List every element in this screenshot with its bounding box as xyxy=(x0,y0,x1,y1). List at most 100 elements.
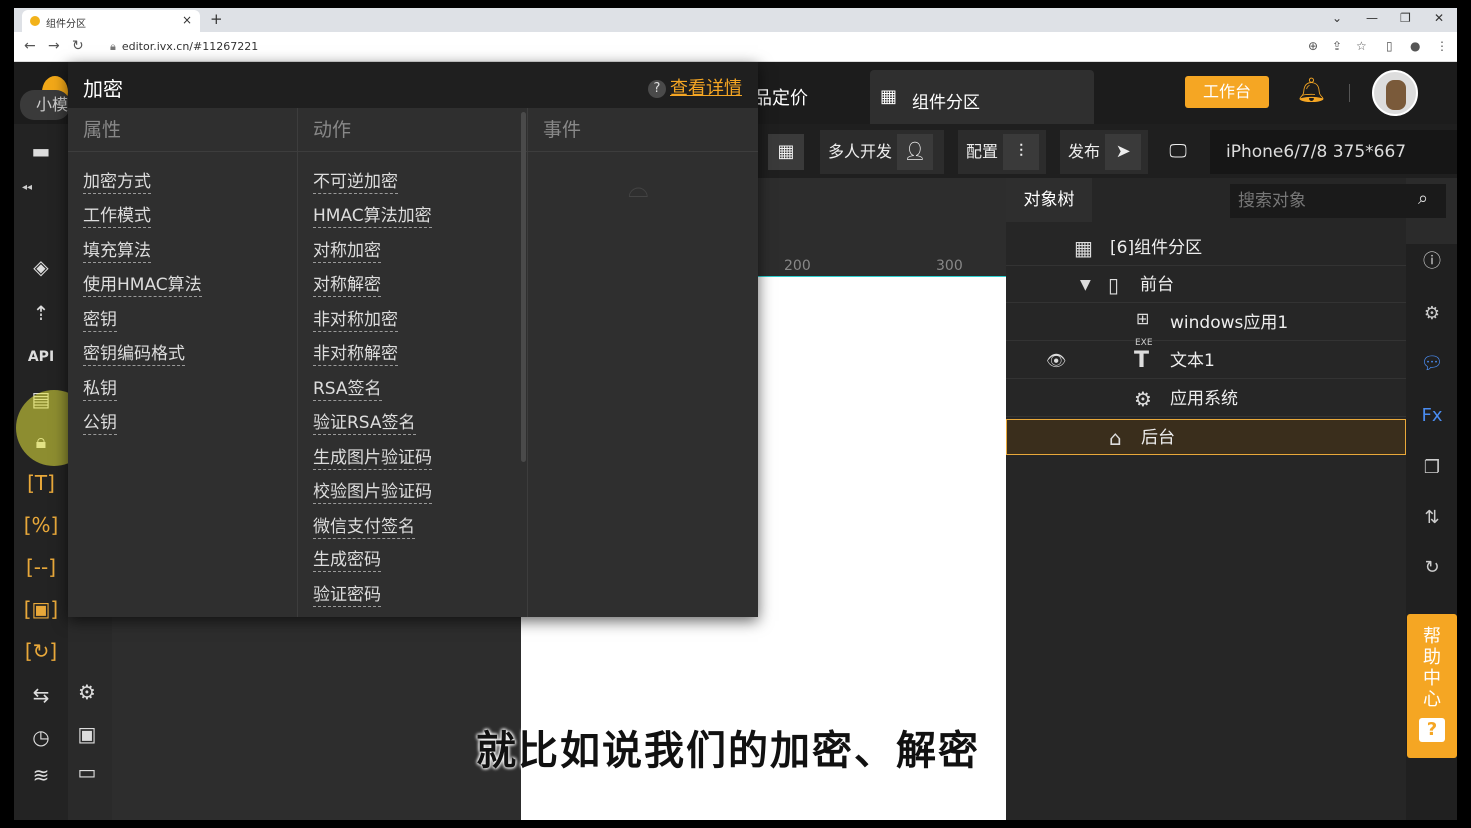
close-window-button[interactable]: ✕ xyxy=(1434,11,1444,25)
action-item[interactable]: HMAC算法加密 xyxy=(313,205,432,228)
restore-button[interactable]: ❐ xyxy=(1400,11,1411,25)
action-item[interactable]: 生成密码 xyxy=(313,549,381,572)
avatar[interactable] xyxy=(1372,70,1418,116)
property-item[interactable]: 填充算法 xyxy=(83,240,151,263)
action-item[interactable]: 校验图片验证码 xyxy=(313,481,432,504)
expand-triangle-icon[interactable]: ▼ xyxy=(1080,267,1091,303)
transfer-icon[interactable]: ⇆ xyxy=(22,680,60,710)
sidepanel-icon[interactable]: ▯ xyxy=(1386,39,1393,53)
tab-close-icon[interactable]: × xyxy=(182,13,192,27)
reload-icon[interactable]: ↻ xyxy=(72,38,84,54)
action-item[interactable]: 生成图片验证码 xyxy=(313,447,432,470)
tree-node-app-system[interactable]: ⚙ 应用系统 xyxy=(1006,381,1406,417)
tree-node-label: 前台 xyxy=(1140,275,1174,295)
action-item[interactable]: 验证RSA签名 xyxy=(313,412,416,435)
search-input[interactable]: 搜索对象 xyxy=(1230,184,1446,218)
box-component-icon[interactable]: [▣] xyxy=(22,594,60,624)
workbench-button[interactable]: 工作台 xyxy=(1185,76,1269,108)
component-settings-icon[interactable]: ⚙ xyxy=(1418,300,1446,328)
sliders-icon: ⫶ xyxy=(1003,134,1040,170)
dash-component-icon[interactable]: [--] xyxy=(22,552,60,582)
ruler-tick: 200 xyxy=(784,258,811,274)
gear-circle-icon[interactable]: ⚙ xyxy=(68,680,106,704)
publish-button[interactable]: 发布 ➤ xyxy=(1060,130,1148,174)
qr-code-button[interactable]: ▦ xyxy=(768,130,808,174)
action-item[interactable]: 微信支付签名 xyxy=(313,516,415,539)
config-button[interactable]: 配置 ⫶ xyxy=(958,130,1046,174)
tab-component-partition[interactable]: ▦ 组件分区 xyxy=(870,70,1094,124)
share-icon[interactable]: ⇪ xyxy=(1332,39,1342,53)
function-icon[interactable]: Fx xyxy=(1418,402,1446,430)
pricing-link[interactable]: 品定价 xyxy=(754,84,808,110)
action-item[interactable]: RSA签名 xyxy=(313,378,382,401)
copy-icon[interactable]: ❐ xyxy=(1418,454,1446,482)
device-preview-button[interactable]: 🖵︎ xyxy=(1160,130,1206,174)
bell-icon[interactable]: 🔔︎ xyxy=(1296,76,1326,104)
stopwatch-icon[interactable]: ◷ xyxy=(22,722,60,752)
forward-arrow-icon[interactable]: → xyxy=(48,38,60,54)
minimize-button[interactable]: — xyxy=(1366,11,1378,25)
tab-label: 组件分区 xyxy=(912,93,980,113)
action-item[interactable]: 非对称加密 xyxy=(313,309,398,332)
user-icon: 👤︎ xyxy=(897,134,934,170)
tab-search-icon[interactable]: ⌄ xyxy=(1332,11,1342,25)
eye-icon[interactable]: 👁︎ xyxy=(1046,343,1066,379)
api-icon[interactable]: API xyxy=(22,342,60,372)
star-icon[interactable]: ☆ xyxy=(1356,39,1367,53)
search-icon[interactable]: ⌕ xyxy=(1418,188,1428,209)
help-center-button[interactable]: 帮助中心 ? xyxy=(1407,614,1457,758)
publish-label: 发布 xyxy=(1068,142,1101,161)
chat-icon[interactable]: 💬︎ xyxy=(1418,350,1446,378)
tree-node-windows-app[interactable]: ⊞ EXE windows应用1 xyxy=(1006,305,1406,348)
object-tree-panel: 对象树 搜索对象 ⌕ ▦ [6]组件分区 ▼ ▯ 前台 ⊞ EXE window… xyxy=(1006,178,1446,820)
left-toolbar: ▬ ◂◂ ◈ ⇡ API ▤ 🔒︎ [T] [%] [--] [▣] [↻] ⇆… xyxy=(14,124,68,820)
phone-icon: ▯ xyxy=(1108,273,1120,297)
server-icon: ⌂ xyxy=(1109,426,1122,450)
actions-scrollbar[interactable] xyxy=(521,112,526,462)
url-field[interactable]: 🔒︎ editor.ivx.cn/#11267221 xyxy=(110,40,258,54)
tree-node-root[interactable]: ▦ [6]组件分区 xyxy=(1006,230,1406,266)
layers-icon[interactable]: ≋ xyxy=(22,760,60,790)
tree-node-label: 文本1 xyxy=(1170,351,1215,371)
tree-node-frontend[interactable]: ▼ ▯ 前台 xyxy=(1006,267,1406,303)
tab-object-tree[interactable]: 对象树 xyxy=(1006,178,1092,222)
info-icon[interactable]: ⓘ xyxy=(1418,248,1446,276)
collapse-toggle[interactable]: ◂◂ xyxy=(22,182,32,193)
action-item[interactable]: 不可逆加密 xyxy=(313,171,398,194)
tree-node-text1[interactable]: 👁︎ T 文本1 xyxy=(1006,343,1406,379)
tree-node-backend[interactable]: ⌂ 后台 xyxy=(1006,419,1406,455)
property-item[interactable]: 使用HMAC算法 xyxy=(83,274,202,297)
refresh-circle-icon[interactable]: ↻ xyxy=(1418,554,1446,582)
zoom-icon[interactable]: ⊕ xyxy=(1308,39,1318,53)
upload-file-icon[interactable]: ⇡ xyxy=(22,298,60,328)
profile-icon[interactable]: ● xyxy=(1410,39,1420,53)
cube-stack-icon[interactable]: ◈ xyxy=(22,252,60,282)
refresh-component-icon[interactable]: [↻] xyxy=(22,636,60,666)
new-tab-button[interactable]: + xyxy=(210,10,223,28)
empty-box-icon: ⌓ xyxy=(628,174,649,204)
multi-dev-button[interactable]: 多人开发 👤︎ xyxy=(820,130,944,174)
panel-icon[interactable]: ▭ xyxy=(68,760,106,784)
action-item[interactable]: 对称解密 xyxy=(313,274,381,297)
back-arrow-icon[interactable]: ← xyxy=(24,38,36,54)
mini-program-pill[interactable]: 小模 xyxy=(20,90,70,120)
text-component-icon[interactable]: [T] xyxy=(22,468,60,498)
screen: 组件分区 × + ⌄ — ❐ ✕ ← → ↻ 🔒︎ editor.ivx.cn/#… xyxy=(14,8,1457,820)
swap-icon[interactable]: ⇅ xyxy=(1418,504,1446,532)
action-item[interactable]: 验证密码 xyxy=(313,584,381,607)
property-item[interactable]: 工作模式 xyxy=(83,205,151,228)
property-item[interactable]: 加密方式 xyxy=(83,171,151,194)
browser-tab[interactable]: 组件分区 × xyxy=(22,10,200,32)
view-details-link[interactable]: ? 查看详情 xyxy=(648,74,742,100)
property-item[interactable]: 密钥 xyxy=(83,309,117,332)
property-item[interactable]: 公钥 xyxy=(83,412,117,435)
property-item[interactable]: 密钥编码格式 xyxy=(83,343,185,366)
folder-icon[interactable]: ▬ xyxy=(22,136,60,166)
device-select[interactable]: iPhone6/7/8 375*667 xyxy=(1210,130,1457,174)
menu-dots-icon[interactable]: ⋮ xyxy=(1436,39,1448,53)
action-item[interactable]: 对称加密 xyxy=(313,240,381,263)
property-item[interactable]: 私钥 xyxy=(83,378,117,401)
md-file-icon[interactable]: ▣ xyxy=(68,722,106,746)
action-item[interactable]: 非对称解密 xyxy=(313,343,398,366)
percent-component-icon[interactable]: [%] xyxy=(22,510,60,540)
